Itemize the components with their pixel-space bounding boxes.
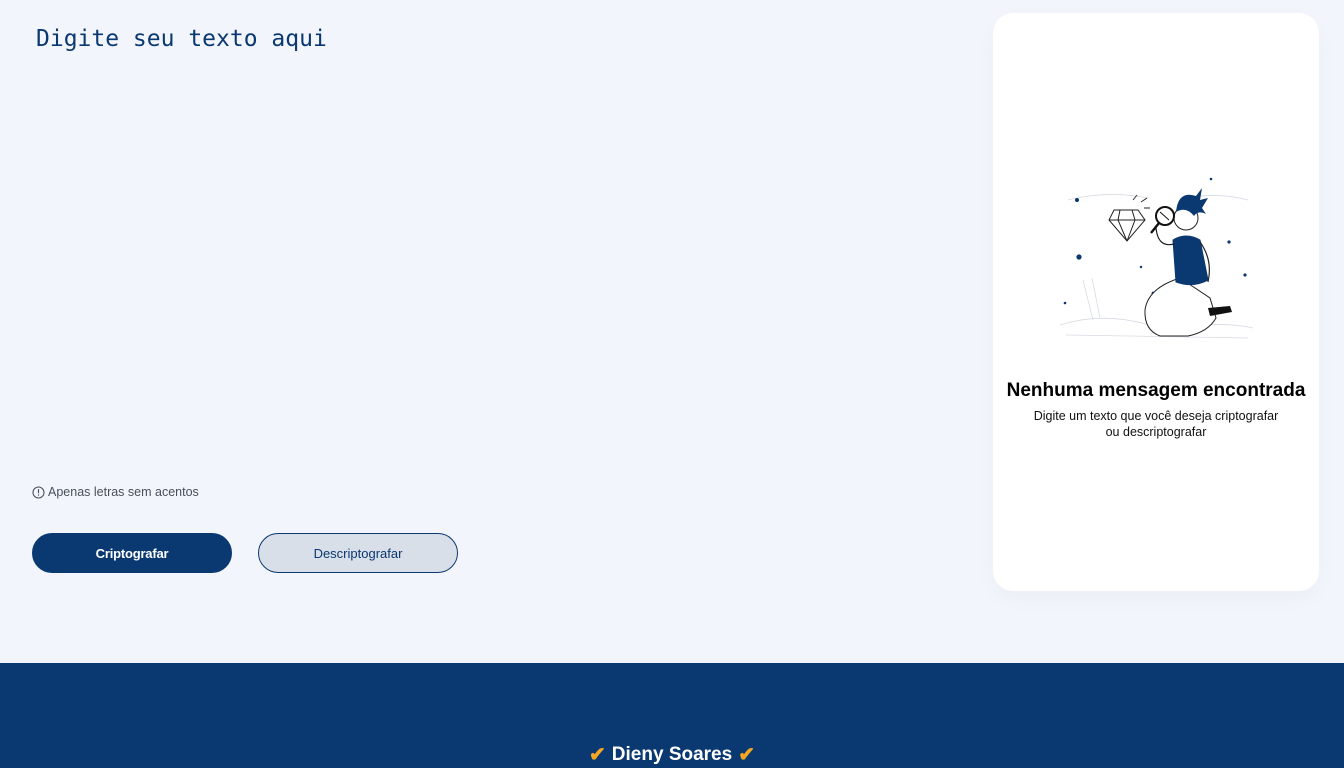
- person-magnifier-illustration: [1059, 177, 1254, 339]
- check-icon: ✔: [589, 744, 606, 766]
- page: Apenas letras sem acentos Criptografar D…: [0, 0, 1344, 768]
- author-name: Dieny Soares: [611, 743, 733, 765]
- hint-text: Apenas letras sem acentos: [48, 485, 199, 499]
- footer-divider: [1102, 661, 1164, 663]
- panel-description: Digite um texto que você deseja criptogr…: [1023, 409, 1289, 440]
- check-icon: ✔: [738, 744, 755, 766]
- panel-text-line1: Digite um texto que você deseja criptogr…: [1033, 409, 1279, 423]
- output-panel: Nenhuma mensagem encontrada Digite um te…: [993, 13, 1319, 591]
- message-input[interactable]: [22, 14, 952, 454]
- info-circle-icon: [32, 485, 45, 499]
- footer: ✔ Dieny Soares ✔: [0, 661, 1344, 768]
- hint: Apenas letras sem acentos: [32, 485, 199, 499]
- encrypt-button[interactable]: Criptografar: [32, 533, 232, 573]
- decrypt-button[interactable]: Descriptografar: [258, 533, 458, 573]
- panel-text-line2: ou descriptografar: [1105, 424, 1207, 439]
- panel-title: Nenhuma mensagem encontrada: [1006, 380, 1306, 401]
- footer-divider: [1016, 661, 1034, 663]
- footer-credit: ✔ Dieny Soares ✔: [0, 742, 1344, 767]
